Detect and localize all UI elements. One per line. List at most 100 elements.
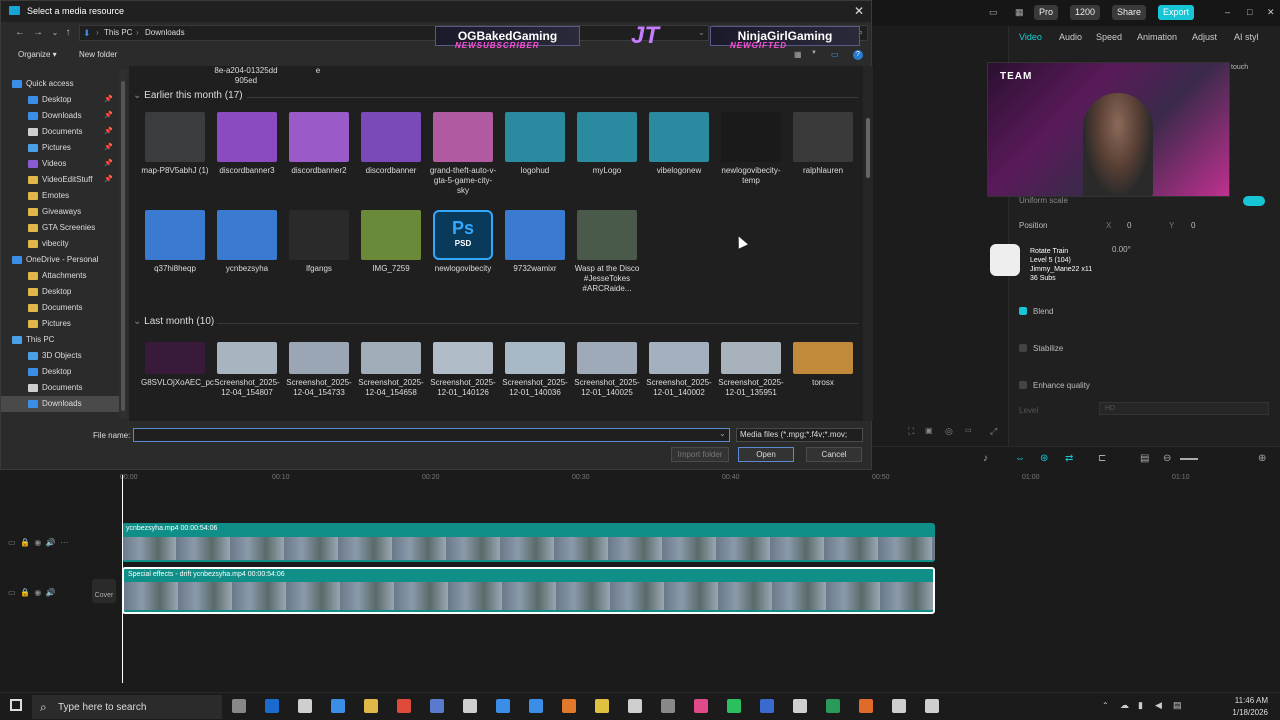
nav-item-3d-objects[interactable]: 3D Objects [1, 348, 119, 364]
nav-item-this-pc[interactable]: This PC [1, 332, 119, 348]
taskbar-app-icon[interactable] [694, 699, 708, 713]
nav-item-onedrive-personal[interactable]: OneDrive - Personal [1, 252, 119, 268]
file-type-select[interactable]: Media files (*.mpg;*.f4v;*.mov; [736, 428, 863, 442]
export-button[interactable]: Export [1158, 5, 1195, 20]
ratio-icon[interactable]: ▣ [925, 426, 933, 435]
file-tile[interactable]: IMG_7259 [357, 206, 425, 302]
file-tile[interactable]: Screenshot_2025-12-04_154733 [285, 334, 353, 421]
file-tile[interactable]: Screenshot_2025-12-04_154807 [213, 334, 281, 421]
taskbar-app-icon[interactable] [298, 699, 312, 713]
tab-ai-style[interactable]: AI styl [1234, 32, 1259, 42]
file-tile[interactable]: vibelogonew [645, 108, 713, 204]
file-tile[interactable]: logohud [501, 108, 569, 204]
nav-item-desktop[interactable]: Desktop 📌 [1, 92, 119, 108]
nav-item-gta-screenies[interactable]: GTA Screenies [1, 220, 119, 236]
file-tile[interactable]: Screenshot_2025-12-04_154658 [357, 334, 425, 421]
taskbar-app-icon[interactable] [364, 699, 378, 713]
chevron-down-icon[interactable]: ⌄ [719, 429, 726, 438]
chevron-down-icon[interactable]: ⌄ [133, 90, 144, 101]
file-tile[interactable]: Screenshot_2025-12-01_140002 [645, 334, 713, 421]
nav-item-downloads[interactable]: Downloads 📌 [1, 108, 119, 124]
file-tile[interactable]: map-P8V5abhJ (1) [141, 108, 209, 204]
taskbar-app-icon[interactable] [331, 699, 345, 713]
preview-axis-icon[interactable]: ⇄ [1065, 453, 1073, 464]
layout-icon[interactable]: ▭ [984, 5, 1003, 20]
back-arrow-icon[interactable]: ← [13, 26, 27, 40]
link-icon[interactable]: ⊛ [1040, 453, 1048, 464]
cloud-icon[interactable]: ☁ [1120, 700, 1129, 711]
file-name-input[interactable] [133, 428, 730, 442]
taskbar-app-icon[interactable] [265, 699, 279, 713]
nav-item-quick-access[interactable]: Quick access [1, 76, 119, 92]
file-tile[interactable]: lfgangs [285, 206, 353, 302]
file-tile[interactable]: grand-theft-auto-v-gta-5-game-city-sky [429, 108, 497, 204]
nav-item-giveaways[interactable]: Giveaways [1, 204, 119, 220]
file-tile[interactable]: G8SVLOjXoAEC_pc [141, 334, 214, 421]
zoom-in-icon[interactable]: ⊕ [1258, 453, 1266, 464]
nav-item-desktop[interactable]: Desktop [1, 364, 119, 380]
pro-badge[interactable]: Pro [1034, 5, 1059, 20]
nav-item-pictures[interactable]: Pictures 📌 [1, 140, 119, 156]
nav-scrollbar[interactable] [119, 69, 127, 419]
taskbar-app-icon[interactable] [727, 699, 741, 713]
start-icon[interactable] [10, 699, 22, 711]
nav-item-vibecity[interactable]: vibecity [1, 236, 119, 252]
file-tile[interactable]: 9732wamixr [501, 206, 569, 302]
taskbar-search[interactable]: ⌕ Type here to search [32, 695, 222, 719]
file-tile[interactable]: Screenshot_2025-12-01_135951 [717, 334, 785, 421]
file-tile[interactable]: Wasp at the Disco #JesseTokes #ARCRaide.… [573, 206, 641, 302]
file-tile-name[interactable]: e [283, 66, 353, 76]
close-icon[interactable]: ✕ [1262, 5, 1280, 20]
track-controls[interactable]: ▭ 🔒 ◉ 🔊 ⋯ [8, 538, 68, 547]
nav-item-desktop[interactable]: Desktop [1, 284, 119, 300]
enhance-checkbox[interactable] [1019, 381, 1027, 389]
taskbar-app-icon[interactable] [925, 699, 939, 713]
maximize-icon[interactable]: □ [1242, 5, 1257, 20]
volume-icon[interactable]: ◀ [1155, 700, 1162, 711]
language-icon[interactable]: ▤ [1173, 700, 1182, 711]
fullscreen-icon[interactable]: ⤢ [990, 426, 997, 437]
tab-animation[interactable]: Animation [1137, 32, 1177, 42]
breadcrumb-downloads[interactable]: Downloads [145, 28, 185, 37]
playhead[interactable] [122, 475, 123, 683]
breadcrumb-this-pc[interactable]: This PC [104, 28, 132, 37]
mic-icon[interactable]: ♪ [983, 453, 988, 464]
taskbar-app-icon[interactable] [859, 699, 873, 713]
close-icon[interactable]: ✕ [851, 3, 867, 19]
video-clip-selected[interactable]: Special effects - drift ycnbezsyha.mp4 0… [122, 567, 935, 614]
taskbar-app-icon[interactable] [595, 699, 609, 713]
level-select[interactable]: HD [1099, 402, 1269, 415]
file-tile[interactable]: discordbanner2 [285, 108, 353, 204]
nav-item-documents[interactable]: Documents 📌 [1, 124, 119, 140]
forward-arrow-icon[interactable]: → [31, 26, 45, 40]
organize-button[interactable]: Organize ▾ [18, 50, 57, 59]
nav-item-documents[interactable]: Documents [1, 300, 119, 316]
caption-icon[interactable]: ▤ [1140, 453, 1149, 464]
nav-item-videos[interactable]: Videos 📌 [1, 156, 119, 172]
network-icon[interactable]: ▮ [1138, 700, 1143, 711]
cover-button[interactable]: Cover [92, 579, 116, 603]
tab-adjust[interactable]: Adjust [1192, 32, 1217, 42]
file-tile[interactable]: q37hi8heqp [141, 206, 209, 302]
cancel-button[interactable]: Cancel [806, 447, 862, 462]
blend-checkbox[interactable] [1019, 307, 1027, 315]
video-clip[interactable]: ycnbezsyha.mp4 00:00:54:06 [122, 523, 935, 562]
system-tray-chevron-icon[interactable]: ⌃ [1102, 701, 1109, 710]
position-y-input[interactable]: 0 [1191, 221, 1195, 230]
group-header[interactable]: ⌄ Last month (10) [133, 316, 214, 327]
file-tile[interactable]: myLogo [573, 108, 641, 204]
taskbar-app-icon[interactable] [793, 699, 807, 713]
nav-item-documents[interactable]: Documents [1, 380, 119, 396]
taskbar-app-icon[interactable] [496, 699, 510, 713]
nav-scrollbar-thumb[interactable] [121, 81, 125, 411]
import-folder-button[interactable]: Import folder [671, 447, 729, 462]
open-button[interactable]: Open [738, 447, 794, 462]
file-tile-name[interactable]: 8e-a204-01325dd 905ed [211, 66, 281, 86]
recent-chevron-icon[interactable]: ⌄ [48, 26, 62, 40]
file-tile[interactable]: Screenshot_2025-12-01_140036 [501, 334, 569, 421]
taskbar-app-icon[interactable] [232, 699, 246, 713]
uniform-scale-toggle[interactable] [1243, 196, 1265, 206]
grid-icon[interactable]: ▦ [1010, 5, 1029, 20]
file-tile[interactable]: discordbanner3 [213, 108, 281, 204]
credits-badge[interactable]: 1200 [1070, 5, 1101, 20]
